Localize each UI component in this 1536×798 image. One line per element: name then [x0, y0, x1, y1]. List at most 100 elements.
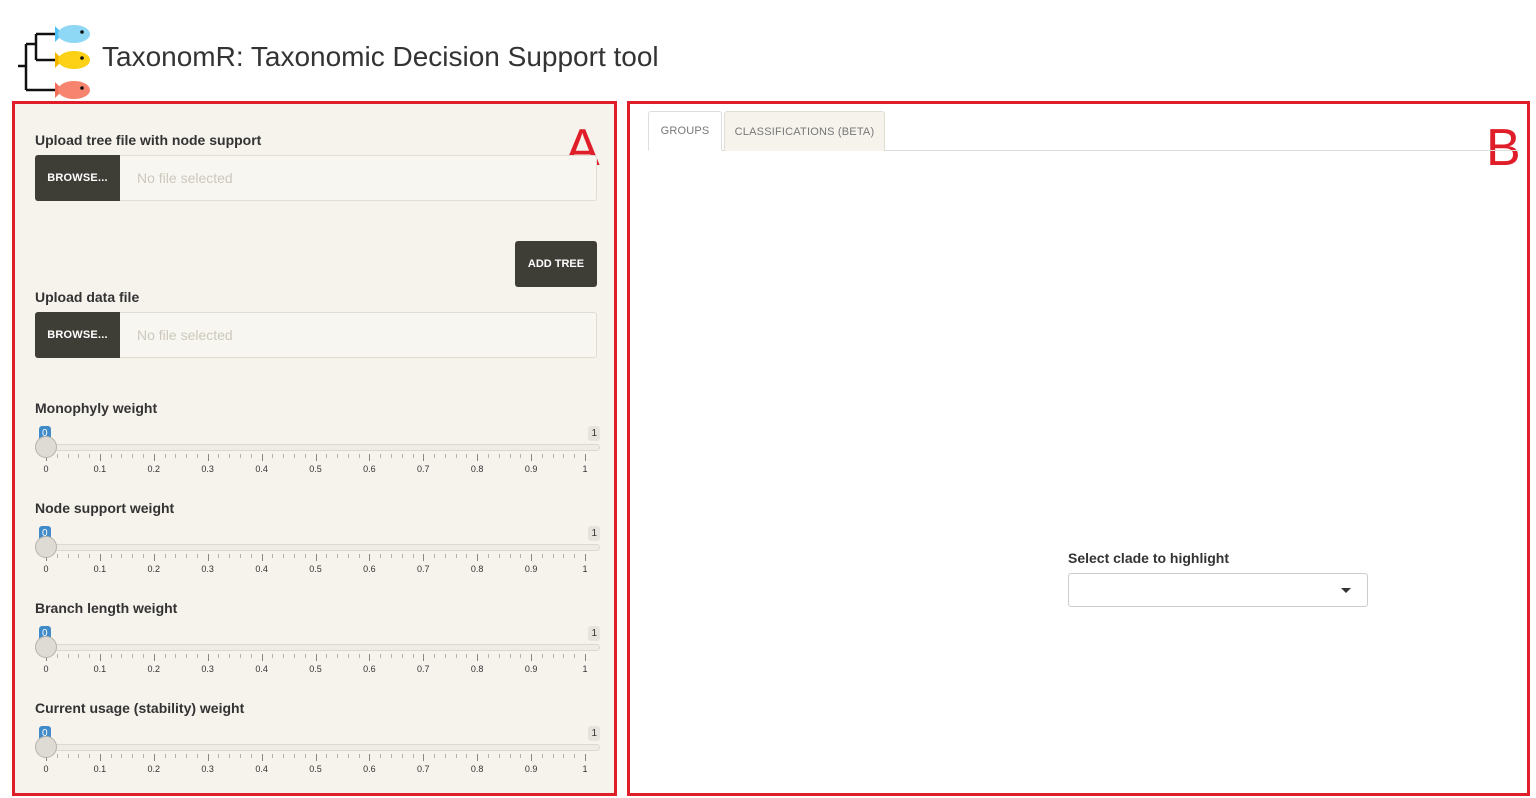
slider-minor-tick	[434, 754, 436, 758]
stability-weight-slider[interactable]: 0 1 0 0.1 0.2 0.3 0.4 0.5 0.6 0.7 0.8 0.9 1	[35, 726, 600, 776]
slider-major-tick	[315, 754, 317, 761]
slider-minor-tick	[229, 454, 231, 458]
slider-major-tick	[207, 554, 209, 561]
slider-track[interactable]	[35, 544, 600, 551]
data-upload-label: Upload data file	[35, 289, 140, 305]
slider-tick-label: 0.4	[255, 564, 268, 574]
monophyly-weight-slider[interactable]: 0 1 0 0.1 0.2 0.3 0.4 0.5 0.6 0.7 0.8 0.9 1	[35, 426, 600, 476]
slider-major-tick	[153, 454, 155, 461]
slider-handle[interactable]	[35, 636, 57, 658]
slider-major-tick	[153, 754, 155, 761]
slider-minor-tick	[56, 554, 58, 558]
slider-tick-label: 0.9	[524, 564, 538, 574]
slider-minor-tick	[498, 754, 500, 758]
slider-minor-tick	[563, 454, 565, 458]
clade-select-label: Select clade to highlight	[1068, 550, 1230, 566]
slider-minor-tick	[250, 454, 252, 458]
tab-groups[interactable]: GROUPS	[648, 111, 722, 151]
slider-track[interactable]	[35, 644, 600, 651]
slider-minor-tick	[132, 754, 134, 758]
slider-minor-tick	[401, 754, 403, 758]
slider-tick-label: 0.1	[93, 764, 107, 774]
slider-tick-label: 0.2	[147, 664, 161, 674]
slider-handle[interactable]	[35, 736, 57, 758]
slider-minor-tick	[401, 654, 403, 658]
slider-major-tick	[315, 654, 317, 661]
slider-handle[interactable]	[35, 536, 57, 558]
node-support-weight-slider[interactable]: 0 1 0 0.1 0.2 0.3 0.4 0.5 0.6 0.7 0.8 0.9 1	[35, 526, 600, 576]
slider-major-tick	[369, 454, 371, 461]
slider-tick-label: 0.6	[363, 564, 376, 574]
slider-minor-tick	[121, 454, 123, 458]
slider-minor-tick	[175, 654, 177, 658]
slider-minor-tick	[347, 754, 349, 758]
slider-minor-tick	[218, 654, 220, 658]
slider-minor-tick	[444, 654, 446, 658]
slider-minor-tick	[509, 454, 511, 458]
slider-minor-tick	[67, 754, 69, 758]
slider-minor-tick	[78, 754, 80, 758]
slider-minor-tick	[110, 554, 112, 558]
tree-browse-button[interactable]: BROWSE...	[35, 155, 120, 201]
slider-minor-tick	[412, 754, 414, 758]
slider-major-tick	[207, 754, 209, 761]
slider-minor-tick	[541, 754, 543, 758]
slider-minor-tick	[326, 654, 328, 658]
slider-minor-tick	[380, 454, 382, 458]
data-file-input[interactable]: BROWSE... No file selected	[35, 312, 597, 358]
branch-length-weight-slider[interactable]: 0 1 0 0.1 0.2 0.3 0.4 0.5 0.6 0.7 0.8 0.9 1	[35, 626, 600, 676]
slider-minor-tick	[520, 654, 522, 658]
slider-minor-tick	[250, 554, 252, 558]
add-tree-button[interactable]: ADD TREE	[515, 241, 597, 287]
slider-handle[interactable]	[35, 436, 57, 458]
slider-minor-tick	[196, 554, 198, 558]
clade-select-dropdown[interactable]	[1068, 573, 1368, 607]
slider-max-badge: 1	[588, 426, 600, 441]
slider-minor-tick	[412, 454, 414, 458]
page-title: TaxonomR: Taxonomic Decision Support too…	[102, 41, 659, 72]
slider-minor-tick	[240, 454, 242, 458]
slider-minor-tick	[466, 654, 468, 658]
slider-minor-tick	[240, 554, 242, 558]
slider-major-tick	[369, 754, 371, 761]
tab-classifications[interactable]: CLASSIFICATIONS (BETA)	[724, 111, 885, 151]
sidebar-panel: A Upload tree file with node support BRO…	[12, 101, 617, 796]
slider-minor-tick	[283, 754, 285, 758]
slider-tick-label: 0.2	[147, 764, 161, 774]
slider-minor-tick	[520, 754, 522, 758]
slider-tick-label: 0.5	[309, 464, 322, 474]
slider-tick-label: 0.1	[93, 564, 107, 574]
slider-minor-tick	[250, 654, 252, 658]
slider-minor-tick	[380, 554, 382, 558]
slider-minor-tick	[455, 754, 457, 758]
slider-track[interactable]	[35, 744, 600, 751]
slider-minor-tick	[487, 654, 489, 658]
slider-tick-label: 0	[43, 564, 49, 574]
app-header: TaxonomR: Taxonomic Decision Support too…	[14, 14, 914, 102]
slider-minor-tick	[110, 754, 112, 758]
slider-minor-tick	[283, 454, 285, 458]
slider-minor-tick	[509, 754, 511, 758]
slider-minor-tick	[444, 754, 446, 758]
slider-minor-tick	[89, 554, 91, 558]
slider-minor-tick	[196, 454, 198, 458]
slider-minor-tick	[390, 754, 392, 758]
slider-minor-tick	[143, 554, 145, 558]
slider-tick-label: 0.7	[417, 764, 430, 774]
slider-tick-label: 0.8	[470, 764, 484, 774]
slider-minor-tick	[487, 554, 489, 558]
slider-major-tick	[153, 554, 155, 561]
slider-major-tick	[207, 454, 209, 461]
slider-minor-tick	[358, 654, 360, 658]
slider-minor-tick	[552, 754, 554, 758]
slider-minor-tick	[326, 454, 328, 458]
slider-minor-tick	[132, 554, 134, 558]
data-browse-button[interactable]: BROWSE...	[35, 312, 120, 358]
tree-file-input[interactable]: BROWSE... No file selected	[35, 155, 597, 201]
slider-major-tick	[261, 554, 263, 561]
slider-minor-tick	[498, 654, 500, 658]
slider-tick-label: 0.8	[470, 564, 484, 574]
slider-track[interactable]	[35, 444, 600, 451]
slider-tick-label: 0.3	[201, 764, 214, 774]
slider-minor-tick	[110, 454, 112, 458]
